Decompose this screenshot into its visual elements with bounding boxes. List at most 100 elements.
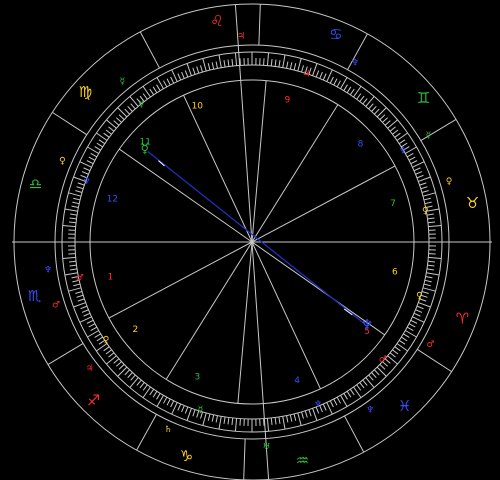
degree-tick <box>118 114 125 120</box>
sign-boundary-line <box>416 348 452 373</box>
degree-tick <box>308 409 312 417</box>
house-ruler-icon: ☿ <box>198 405 204 415</box>
zodiac-sign-icon: ♐ <box>87 391 100 409</box>
degree-tick <box>116 361 122 367</box>
degree-tick <box>333 78 338 86</box>
degree-tick <box>422 287 436 292</box>
degree-tick <box>149 388 155 396</box>
degree-tick <box>286 61 289 69</box>
degree-tick <box>80 305 88 310</box>
degree-tick <box>297 58 302 72</box>
degree-tick <box>62 256 76 260</box>
degree-tick <box>96 142 103 148</box>
degree-tick <box>427 217 435 220</box>
degree-tick <box>270 417 273 425</box>
degree-tick <box>371 372 377 378</box>
degree-tick <box>130 374 136 381</box>
degree-tick <box>124 108 130 115</box>
house-number: 10 <box>192 102 204 112</box>
degree-tick <box>424 279 432 283</box>
degree-tick <box>181 405 185 413</box>
degree-tick <box>266 52 270 66</box>
degree-tick <box>184 70 189 78</box>
degree-tick <box>322 73 327 81</box>
degree-tick <box>81 171 89 175</box>
degree-tick <box>103 132 110 138</box>
degree-tick <box>90 153 98 158</box>
degree-tick <box>376 107 387 118</box>
degree-tick <box>408 156 416 161</box>
degree-tick <box>170 400 175 408</box>
zodiac-sign-icon: ♊ <box>417 89 430 107</box>
house-ruler-icon: ♀ <box>422 206 429 216</box>
degree-tick <box>227 59 230 67</box>
degree-tick <box>392 129 399 135</box>
degree-tick <box>426 268 434 271</box>
degree-tick <box>426 272 440 276</box>
degree-tick <box>427 264 435 267</box>
degree-tick <box>73 197 81 201</box>
degree-tick <box>200 65 203 73</box>
degree-tick <box>192 409 196 417</box>
degree-tick <box>289 62 293 70</box>
degree-tick <box>177 403 182 411</box>
degree-tick <box>116 117 122 123</box>
degree-tick <box>384 120 391 126</box>
zodiac-sign-icon: ♑ <box>180 447 193 465</box>
sign-ruler-icon: ☿ <box>426 131 432 141</box>
degree-tick <box>136 379 142 386</box>
degree-tick <box>192 67 196 75</box>
sign-ruler-icon: ♆ <box>44 266 52 276</box>
degree-tick <box>424 201 432 205</box>
degree-tick <box>282 54 286 68</box>
degree-tick <box>64 208 78 212</box>
degree-tick <box>278 416 281 424</box>
degree-tick <box>72 201 80 205</box>
degree-tick <box>282 416 286 430</box>
degree-tick <box>215 61 218 69</box>
house-ruler-icon: ♀ <box>103 335 110 345</box>
house-ruler-icon: ♆ <box>314 400 322 410</box>
degree-tick <box>130 103 136 110</box>
degree-tick <box>266 418 270 432</box>
house-number: 9 <box>284 95 290 105</box>
degree-tick <box>398 339 406 345</box>
zodiac-sign-icon: ♒ <box>296 451 309 469</box>
degree-tick <box>286 415 289 423</box>
house-cusp-line <box>251 80 267 243</box>
degree-tick <box>103 346 110 352</box>
degree-tick <box>333 398 338 406</box>
degree-tick <box>69 217 77 220</box>
zodiac-sign-icon: ♍ <box>79 83 92 101</box>
degree-tick <box>124 369 130 376</box>
degree-tick <box>196 66 200 74</box>
degree-tick <box>362 98 368 105</box>
house-cusp-line <box>251 241 321 390</box>
degree-tick <box>422 192 436 197</box>
degree-tick <box>329 76 334 84</box>
degree-tick <box>62 224 76 228</box>
degree-tick <box>70 268 78 271</box>
degree-tick <box>231 417 234 425</box>
degree-tick <box>227 417 230 425</box>
degree-tick <box>234 418 238 432</box>
degree-tick <box>315 70 320 78</box>
sign-ruler-icon: ♂ <box>426 340 434 350</box>
degree-tick <box>274 59 277 67</box>
degree-tick <box>215 415 218 423</box>
degree-tick <box>416 305 424 310</box>
degree-tick <box>152 86 158 93</box>
degree-tick <box>425 276 433 279</box>
degree-tick <box>105 349 112 355</box>
degree-tick <box>90 326 98 331</box>
degree-tick <box>428 224 442 228</box>
degree-tick <box>69 260 77 263</box>
sign-boundary-line <box>47 343 84 366</box>
degree-tick <box>394 346 401 352</box>
degree-tick <box>374 369 380 376</box>
house-number: 1 <box>107 272 113 282</box>
house-ruler-icon: ♃ <box>302 70 310 80</box>
sign-ruler-icon: ♀ <box>59 157 66 167</box>
degree-tick <box>76 294 84 298</box>
sign-boundary-line <box>52 111 88 136</box>
